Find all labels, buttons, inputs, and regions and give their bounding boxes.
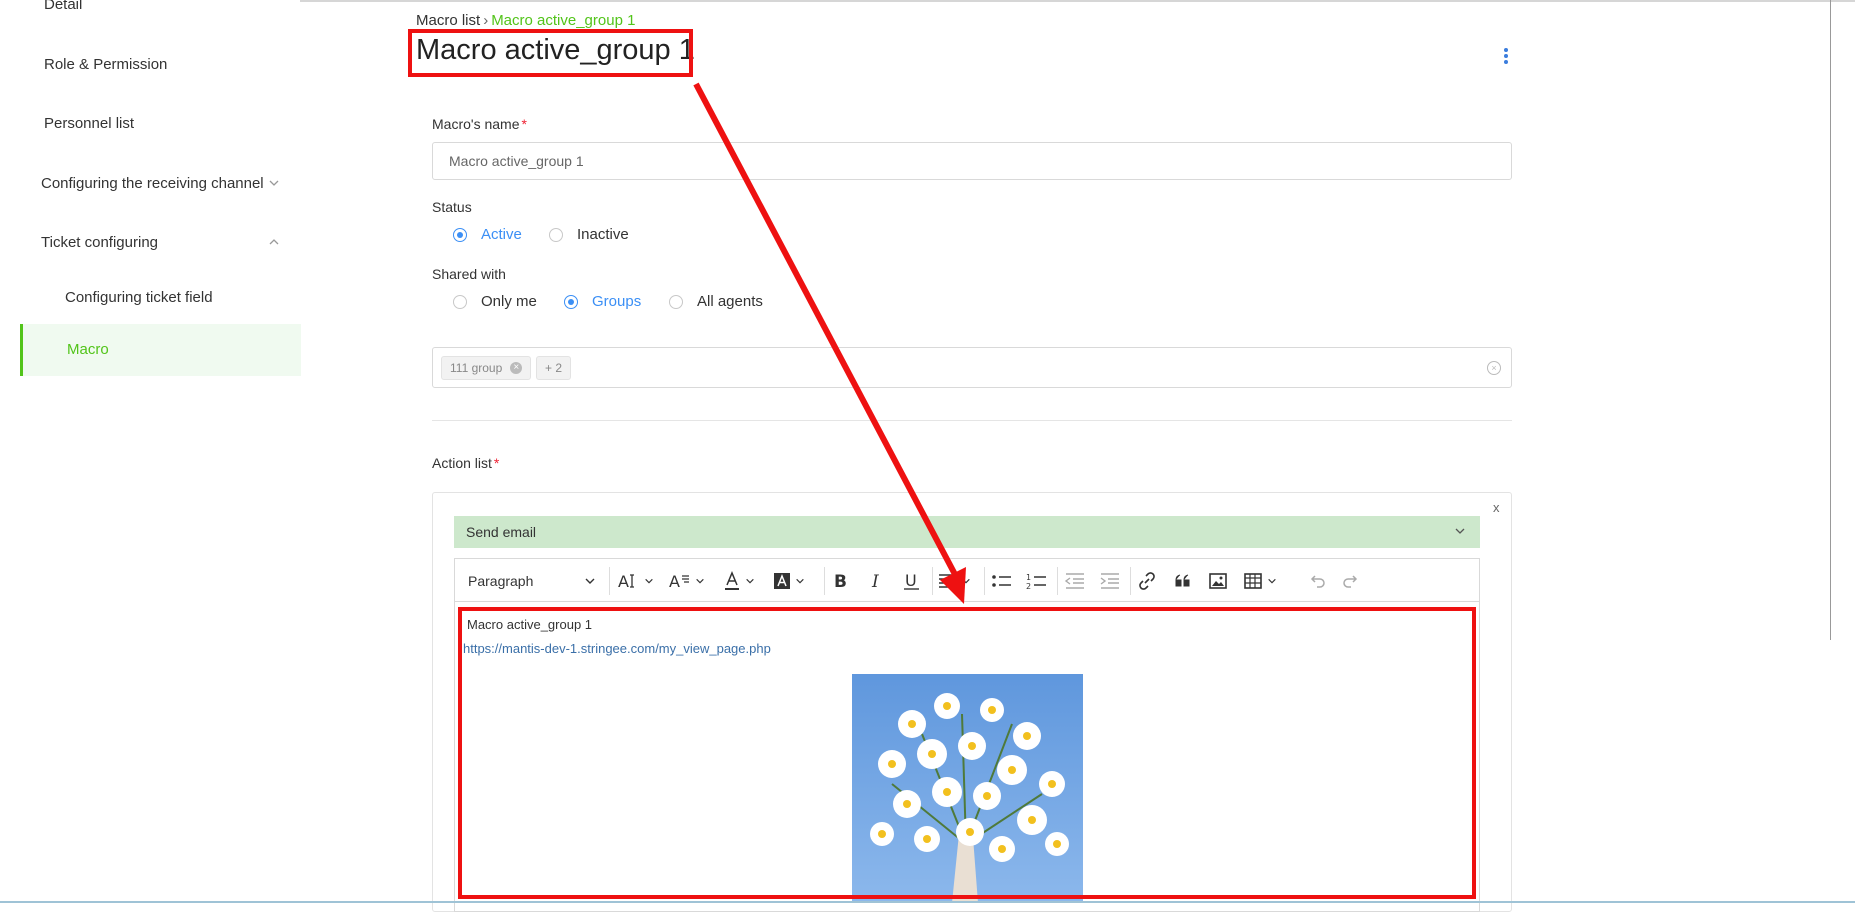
window-edge	[1830, 0, 1831, 640]
annotation-arrow	[693, 82, 966, 604]
